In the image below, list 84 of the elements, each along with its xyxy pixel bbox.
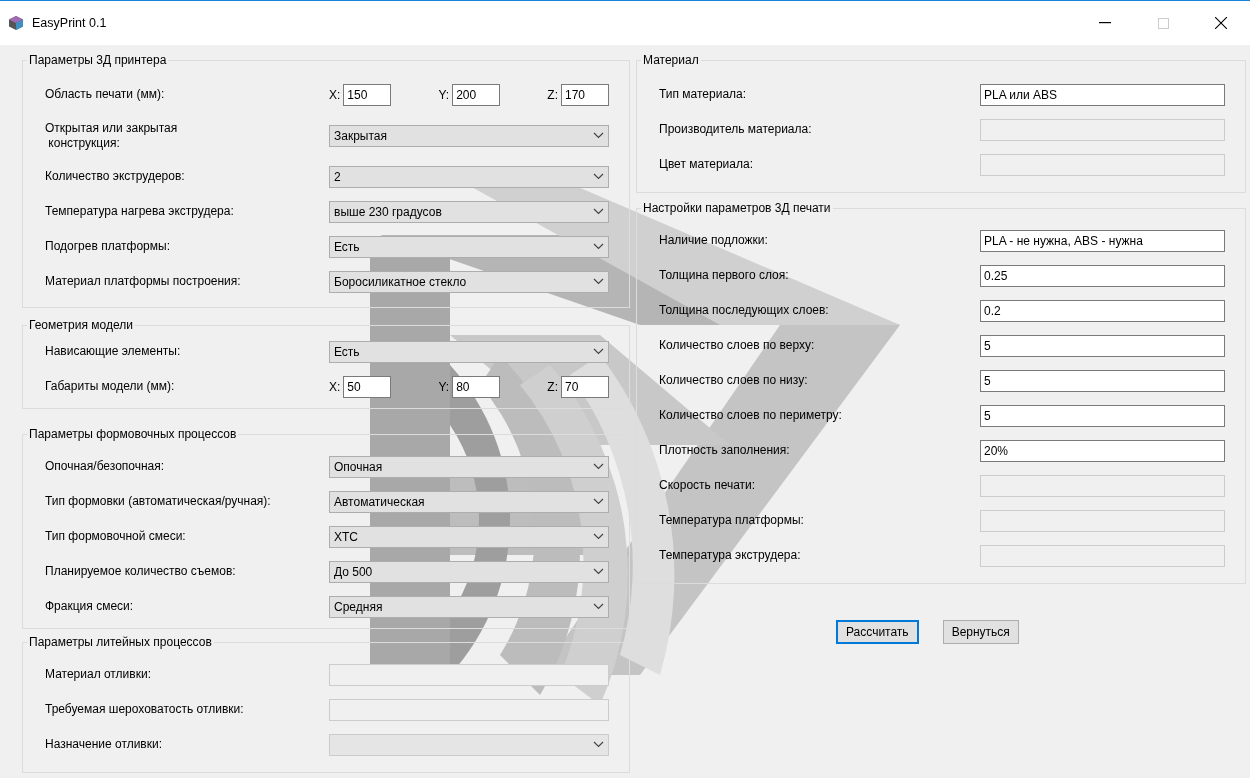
field-label: Материал отливки:	[45, 667, 152, 682]
chevron-icon	[593, 741, 604, 748]
close-icon	[1215, 17, 1227, 29]
dropdown[interactable]: Есть	[329, 340, 609, 363]
dropdown[interactable]: Опочная	[329, 455, 609, 478]
field-label: Плотность заполнения:	[659, 443, 791, 458]
group-title: Материал	[642, 53, 700, 67]
field-label: Толщина последующих слоев:	[659, 303, 830, 318]
chevron-icon	[593, 498, 604, 505]
text-field[interactable]: 5	[980, 334, 1225, 357]
field-label: Нависающие элементы:	[45, 344, 182, 359]
action-button[interactable]: Рассчитать	[836, 620, 919, 644]
field-label: Количество слоев по верху:	[659, 338, 816, 353]
field-label: Температура экструдера:	[659, 548, 802, 563]
field-label: Тип формовочной смеси:	[45, 529, 187, 544]
field-label: Открытая или закрытая конструкция:	[45, 120, 179, 151]
text-field[interactable]: PLA - не нужна, ABS - нужна	[980, 229, 1225, 252]
maximize-icon	[1157, 17, 1169, 29]
text-field[interactable]: PLA или ABS	[980, 83, 1225, 106]
dropdown[interactable]: Средняя	[329, 595, 609, 618]
size-field[interactable]: 50	[343, 375, 392, 398]
text-field[interactable]: 5	[980, 404, 1225, 427]
field-label: Температура нагрева экструдера:	[45, 204, 235, 219]
action-button[interactable]: Вернуться	[942, 620, 1019, 644]
chevron-icon	[593, 132, 604, 139]
dropdown[interactable]: Боросиликатное стекло	[329, 270, 609, 293]
field-label: Требуемая шероховатость отливки:	[45, 702, 245, 717]
field-label: Фракция смеси:	[45, 599, 135, 614]
field-label: Температура платформы:	[659, 513, 805, 528]
field-label: Количество слоев по низу:	[659, 373, 809, 388]
text-field[interactable]: 0.2	[980, 299, 1225, 322]
field-label: Назначение отливки:	[45, 737, 164, 752]
chevron-icon	[593, 173, 604, 180]
text-field[interactable]: 20%	[980, 439, 1225, 462]
dropdown[interactable]: Автоматическая	[329, 490, 609, 513]
dropdown[interactable]: Закрытая	[329, 124, 609, 147]
chevron-icon	[593, 243, 604, 250]
field-label: Производитель материала:	[659, 122, 813, 137]
size-field[interactable]: 170	[561, 83, 609, 106]
field-label: Количество слоев по периметру:	[659, 408, 843, 423]
field-label: Цвет материала:	[659, 157, 754, 172]
group-title: Геометрия модели	[28, 318, 134, 332]
dropdown[interactable]: ХТС	[329, 525, 609, 548]
axis-label: Z:	[547, 87, 558, 102]
field-label: Материал платформы построения:	[45, 274, 242, 289]
text-field[interactable]: 5	[980, 369, 1225, 392]
axis-label: Z:	[547, 379, 558, 394]
field-label: Планируемое количество съемов:	[45, 564, 237, 579]
field-label: Тип материала:	[659, 87, 748, 102]
chevron-icon	[593, 533, 604, 540]
axis-label: X:	[329, 379, 341, 394]
dropdown[interactable]: выше 230 градусов	[329, 200, 609, 223]
field-label: Подогрев платформы:	[45, 239, 171, 254]
chevron-icon	[593, 208, 604, 215]
field-label: Толщина первого слоя:	[659, 268, 790, 283]
window-title: EasyPrint 0.1	[32, 16, 108, 30]
size-field[interactable]: 200	[452, 83, 501, 106]
group-title: Параметры литейных процессов	[28, 635, 213, 649]
dropdown[interactable]: 2	[329, 165, 609, 188]
field-label: Область печати (мм):	[45, 87, 166, 102]
dropdown[interactable]: Есть	[329, 235, 609, 258]
group-title: Параметры формовочных процессов	[28, 427, 238, 441]
size-field[interactable]: 80	[452, 375, 501, 398]
chevron-icon	[593, 603, 604, 610]
dropdown[interactable]: До 500	[329, 560, 609, 583]
axis-label: Y:	[438, 379, 450, 394]
size-field[interactable]: 150	[343, 83, 392, 106]
axis-label: X:	[329, 87, 341, 102]
chevron-icon	[593, 568, 604, 575]
cube-icon	[8, 15, 24, 31]
text-field[interactable]: 0.25	[980, 264, 1225, 287]
field-label: Тип формовки (автоматическая/ручная):	[45, 494, 272, 509]
field-label: Количество экструдеров:	[45, 169, 186, 184]
field-label: Опочная/безопочная:	[45, 459, 166, 474]
field-label: Габариты модели (мм):	[45, 379, 176, 394]
chevron-icon	[593, 278, 604, 285]
chevron-icon	[593, 463, 604, 470]
field-label: Наличие подложки:	[659, 233, 769, 248]
chevron-icon	[593, 348, 604, 355]
axis-label: Y:	[438, 87, 450, 102]
field-label: Скорость печати:	[659, 478, 757, 493]
minimize-icon	[1099, 22, 1111, 24]
group-title: Параметры 3Д принтера	[28, 53, 168, 67]
group-title: Настройки параметров 3Д печати	[642, 201, 832, 215]
